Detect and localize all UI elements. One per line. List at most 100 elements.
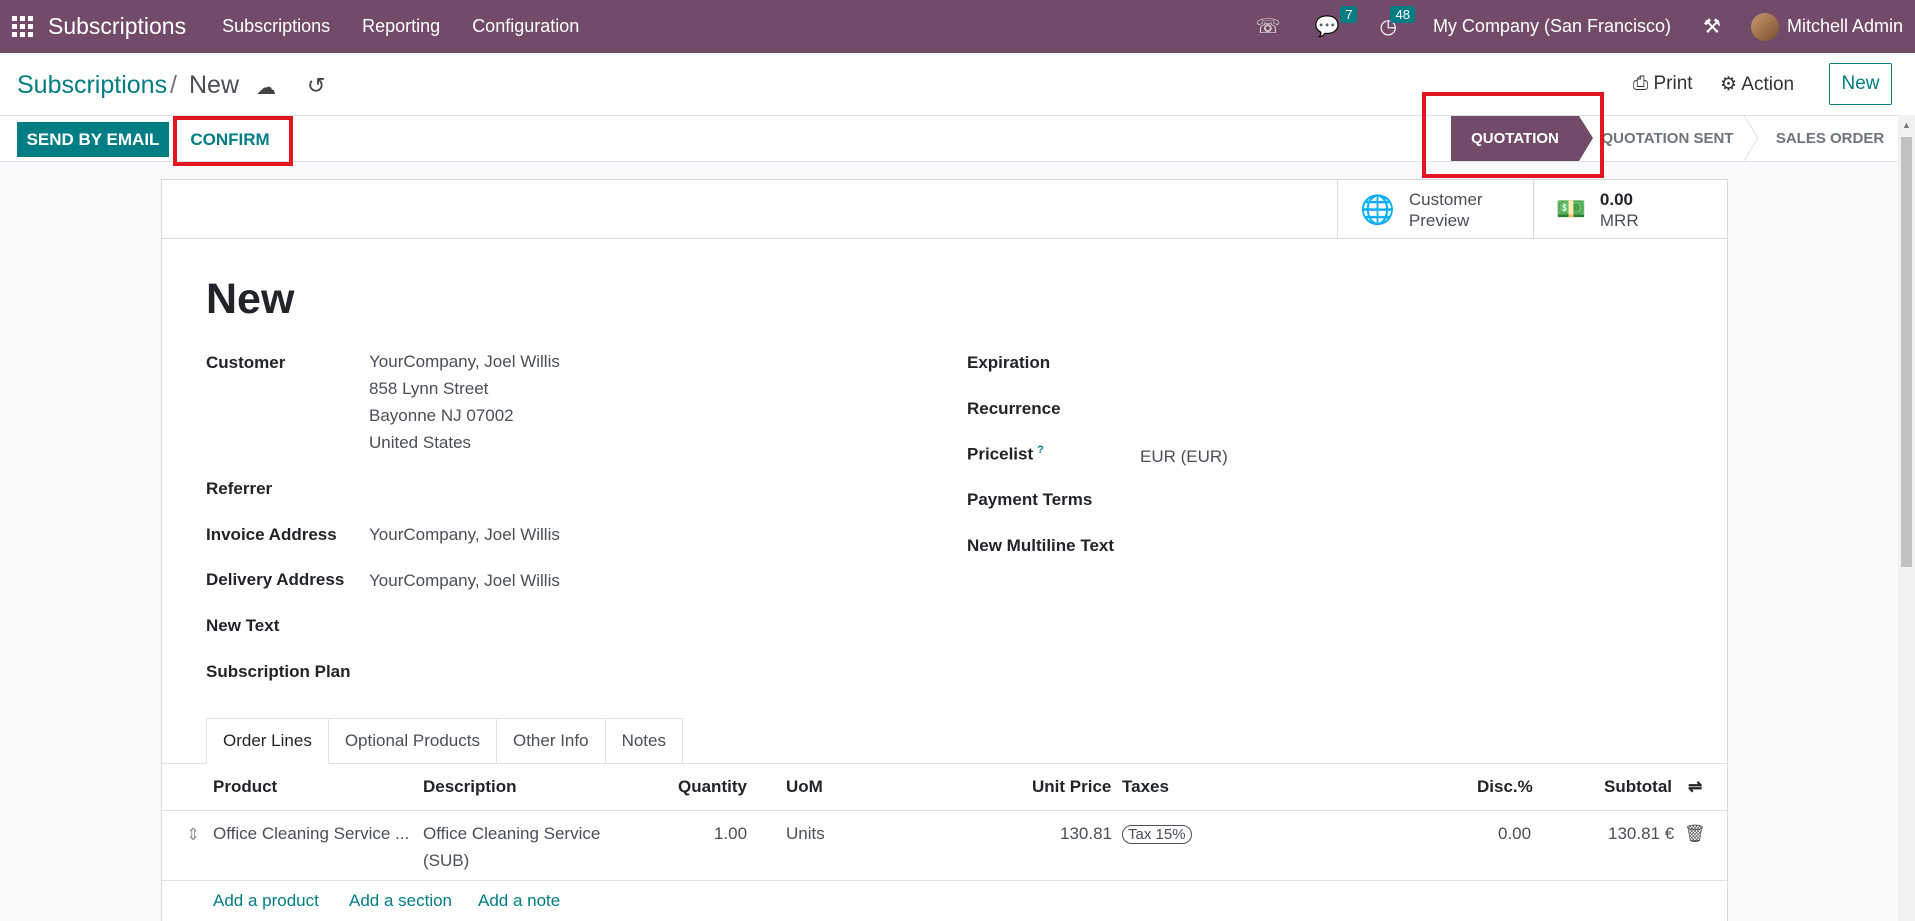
status-bar: SEND BY EMAIL CONFIRM QUOTATION QUOTATIO… — [0, 92, 1915, 178]
help-icon[interactable]: ? — [1037, 444, 1044, 456]
gear-icon: ⚙ — [1720, 74, 1738, 95]
menu-subscriptions[interactable]: Subscriptions — [222, 16, 330, 37]
stage-quotation-sent[interactable]: QUOTATION SENT — [1595, 116, 1740, 161]
vertical-scrollbar[interactable]: ▲ — [1898, 115, 1915, 921]
globe-icon: 🌐 — [1360, 194, 1395, 225]
optional-columns-icon[interactable]: ⇌ — [1688, 777, 1702, 797]
send-by-email-button[interactable]: SEND BY EMAIL — [17, 122, 169, 157]
add-section-link[interactable]: Add a section — [349, 891, 452, 911]
column-description[interactable]: Description — [423, 777, 517, 797]
row-product[interactable]: Office Cleaning Service ... — [213, 820, 409, 847]
pricelist-field[interactable]: EUR (EUR) — [1140, 443, 1228, 470]
row-subtotal: 130.81 € — [1608, 824, 1675, 843]
row-description[interactable]: Office Cleaning Service (SUB) — [423, 820, 600, 874]
column-discount[interactable]: Disc.% — [1477, 777, 1533, 797]
phone-icon[interactable]: ☏ — [1256, 14, 1281, 39]
row-description-line1: Office Cleaning Service — [423, 824, 601, 843]
company-switcher[interactable]: My Company (San Francisco) — [1433, 16, 1671, 37]
menu-configuration[interactable]: Configuration — [472, 16, 579, 37]
expiration-label: Expiration — [967, 353, 1051, 372]
add-product-link[interactable]: Add a product — [213, 891, 319, 911]
row-uom[interactable]: Units — [786, 820, 825, 847]
pricelist-label-text: Pricelist — [967, 444, 1034, 464]
row-unit-price[interactable]: 130.81 — [1060, 820, 1112, 847]
row-taxes[interactable]: Tax 15% — [1122, 820, 1192, 848]
customer-country: United States — [369, 433, 472, 452]
money-icon: 💵 — [1556, 196, 1586, 223]
mrr-label-group: 0.00 MRR — [1600, 189, 1639, 231]
mrr-value: 0.00 — [1599, 189, 1633, 209]
customer-preview-label: Customer Preview — [1409, 189, 1483, 231]
row-quantity[interactable]: 1.00 — [714, 820, 747, 847]
customer-preview-line2: Preview — [1408, 210, 1470, 230]
recurrence-label: Recurrence — [967, 399, 1061, 418]
apps-menu-icon[interactable] — [12, 15, 34, 38]
drag-handle-icon[interactable]: ⇕ — [186, 821, 200, 848]
column-subtotal[interactable]: Subtotal — [1604, 777, 1672, 797]
messages-icon[interactable]: 💬 7 — [1315, 6, 1358, 39]
customer-street: 858 Lynn Street — [369, 379, 489, 398]
delivery-address-label: Delivery Address — [206, 570, 345, 589]
invoice-address-label: Invoice Address — [206, 525, 337, 544]
scrollbar-thumb[interactable] — [1901, 137, 1912, 567]
stage-separator — [1743, 116, 1759, 161]
app-name[interactable]: Subscriptions — [48, 13, 186, 40]
invoice-address-field[interactable]: YourCompany, Joel Willis — [369, 521, 560, 548]
form-sheet: 🌐 Customer Preview 💵 0.00 MRR New Custom… — [161, 179, 1728, 921]
customer-preview-button[interactable]: 🌐 Customer Preview — [1337, 180, 1533, 239]
save-cloud-icon[interactable]: ☁ — [256, 75, 276, 100]
tab-notes[interactable]: Notes — [605, 718, 683, 764]
column-taxes[interactable]: Taxes — [1122, 777, 1169, 797]
tab-optional-products[interactable]: Optional Products — [328, 718, 497, 764]
column-unit-price[interactable]: Unit Price — [1032, 777, 1111, 797]
column-product[interactable]: Product — [213, 777, 277, 797]
tab-order-lines[interactable]: Order Lines — [206, 718, 329, 764]
mrr-button[interactable]: 💵 0.00 MRR — [1533, 180, 1727, 239]
activities-icon[interactable]: ◷ 48 — [1379, 6, 1415, 39]
customer-city: Bayonne NJ 07002 — [369, 406, 514, 425]
trash-icon[interactable]: 🗑 — [1684, 820, 1706, 847]
pricelist-label: Pricelist? — [967, 444, 1044, 465]
new-text-label: New Text — [206, 616, 280, 635]
mrr-label: MRR — [1599, 210, 1639, 230]
print-icon: ⎙ — [1633, 73, 1649, 94]
row-discount[interactable]: 0.00 — [1498, 820, 1531, 847]
messages-badge: 7 — [1340, 6, 1358, 23]
payment-terms-label: Payment Terms — [967, 490, 1093, 509]
notebook-tabs: Order Lines Optional Products Other Info… — [206, 718, 683, 764]
smart-button-row: 🌐 Customer Preview 💵 0.00 MRR — [162, 180, 1727, 239]
add-note-link[interactable]: Add a note — [478, 891, 560, 911]
user-menu[interactable]: Mitchell Admin — [1787, 16, 1903, 37]
row-divider — [162, 880, 1727, 881]
stage-sales-order[interactable]: SALES ORDER — [1760, 116, 1900, 161]
print-button[interactable]: ⎙ Print — [1633, 73, 1693, 95]
subscription-plan-label: Subscription Plan — [206, 662, 351, 681]
tools-icon[interactable]: ⚒ — [1703, 14, 1721, 39]
customer-field[interactable]: YourCompany, Joel Willis 858 Lynn Street… — [369, 348, 560, 456]
multiline-text-label: New Multiline Text — [967, 536, 1115, 555]
control-panel: Subscriptions / New ☁ ↺ ⎙ Print ⚙ Action… — [0, 53, 1915, 115]
top-navbar: Subscriptions Subscriptions Reporting Co… — [0, 0, 1915, 53]
record-title[interactable]: New — [206, 275, 294, 324]
column-uom[interactable]: UoM — [786, 777, 823, 797]
action-button[interactable]: ⚙ Action — [1720, 73, 1794, 96]
header-divider — [162, 810, 1727, 811]
breadcrumb-separator: / — [170, 71, 177, 99]
discard-icon[interactable]: ↺ — [307, 73, 325, 99]
customer-preview-line1: Customer — [1408, 189, 1483, 209]
activities-badge: 48 — [1390, 6, 1415, 23]
customer-label: Customer — [206, 353, 286, 372]
tab-other-info[interactable]: Other Info — [496, 718, 606, 764]
scroll-up-icon[interactable]: ▲ — [1902, 120, 1911, 130]
customer-name: YourCompany, Joel Willis — [369, 352, 560, 371]
tax-badge: Tax 15% — [1122, 825, 1192, 844]
quotation-highlight-box — [1422, 92, 1604, 178]
breadcrumb-parent[interactable]: Subscriptions — [17, 71, 167, 100]
print-label: Print — [1653, 73, 1693, 94]
menu-reporting[interactable]: Reporting — [362, 16, 440, 37]
new-button[interactable]: New — [1829, 63, 1892, 105]
delivery-address-field[interactable]: YourCompany, Joel Willis — [369, 567, 560, 594]
referrer-label: Referrer — [206, 479, 273, 498]
avatar[interactable] — [1750, 12, 1779, 41]
column-quantity[interactable]: Quantity — [678, 777, 747, 797]
